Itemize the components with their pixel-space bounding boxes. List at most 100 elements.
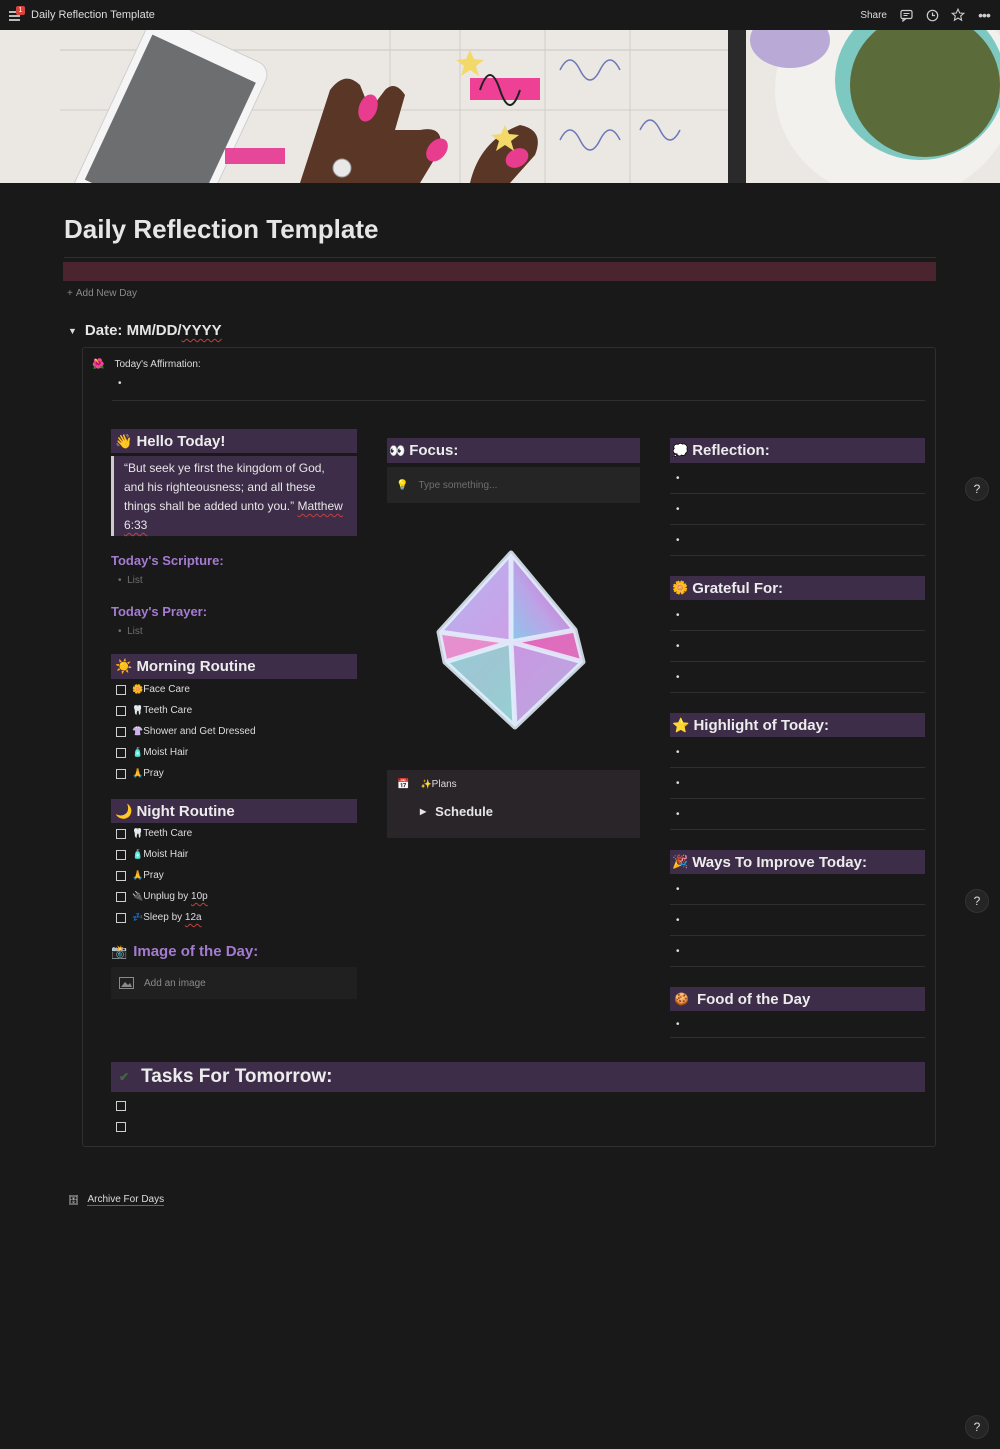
- night-item-text: Pray: [143, 870, 164, 881]
- share-button[interactable]: Share: [860, 10, 887, 21]
- task-checkbox-row[interactable]: [116, 1116, 126, 1137]
- focus-header[interactable]: 👀 Focus:: [387, 438, 640, 463]
- notification-badge: 1: [16, 6, 25, 15]
- affirmation-row: 🌺 Today's Affirmation:: [92, 359, 201, 370]
- help-button[interactable]: ?: [965, 1415, 989, 1439]
- focus-callout[interactable]: 💡 Type something...: [387, 467, 640, 503]
- checkbox[interactable]: [116, 828, 126, 839]
- morning-checkbox-row[interactable]: 🧴Moist Hair: [116, 742, 357, 763]
- highlight-bullet[interactable]: •: [670, 799, 925, 830]
- night-item-label: 🙏Pray: [132, 870, 164, 881]
- night-item-time: 10p: [191, 891, 208, 902]
- checkbox[interactable]: [116, 726, 126, 737]
- checkbox[interactable]: [116, 849, 126, 860]
- morning-checkbox-row[interactable]: 👚Shower and Get Dressed: [116, 721, 357, 742]
- breadcrumb-title[interactable]: Daily Reflection Template: [31, 9, 155, 21]
- favorite-star-icon[interactable]: [951, 8, 965, 22]
- grateful-bullet[interactable]: •: [670, 631, 925, 662]
- comments-icon[interactable]: [899, 8, 913, 22]
- checkbox[interactable]: [116, 705, 126, 716]
- prayer-heading[interactable]: Today's Prayer:: [111, 604, 357, 619]
- night-checkbox-row[interactable]: 🔌Unplug by 10p: [116, 886, 357, 907]
- flower-icon: 🌺: [92, 359, 105, 370]
- checkbox[interactable]: [116, 684, 126, 695]
- night-checkbox-row[interactable]: 🙏Pray: [116, 865, 357, 886]
- night-routine-header[interactable]: 🌙 Night Routine: [111, 799, 357, 823]
- tasks-tomorrow-header[interactable]: ✔ Tasks For Tomorrow:: [111, 1062, 925, 1092]
- improve-bullet[interactable]: •: [670, 905, 925, 936]
- night-item-text: Sleep by: [143, 912, 185, 923]
- schedule-triangle-icon[interactable]: ▶: [420, 807, 426, 816]
- checkbox[interactable]: [116, 1100, 126, 1111]
- food-header[interactable]: 🍪 Food of the Day: [670, 987, 925, 1011]
- grateful-header[interactable]: 🌼 Grateful For:: [670, 576, 925, 600]
- database-view-bar[interactable]: [63, 262, 936, 281]
- morning-item-label: 🌼Face Care: [132, 684, 190, 695]
- page-title[interactable]: Daily Reflection Template: [64, 214, 379, 245]
- morning-item-label: 👚Shower and Get Dressed: [132, 726, 256, 737]
- reflection-header[interactable]: 💭 Reflection:: [670, 438, 925, 463]
- night-checkbox-row[interactable]: 💤Sleep by 12a: [116, 907, 357, 928]
- daisy-icon: 🌼: [672, 580, 689, 595]
- night-checkbox-row[interactable]: 🧴Moist Hair: [116, 844, 357, 865]
- toggle-triangle-icon[interactable]: ▼: [68, 326, 77, 336]
- add-new-day-label: Add New Day: [75, 288, 137, 299]
- reflection-bullet[interactable]: •: [670, 463, 925, 494]
- more-options-icon[interactable]: •••: [977, 7, 991, 23]
- morning-checkbox-row[interactable]: 🌼Face Care: [116, 679, 357, 700]
- highlight-header[interactable]: ⭐ Highlight of Today:: [670, 713, 925, 737]
- morning-checkbox-row[interactable]: 🦷Teeth Care: [116, 700, 357, 721]
- reflection-bullet[interactable]: •: [670, 525, 925, 556]
- task-checkbox-row[interactable]: [116, 1095, 126, 1116]
- morning-item-label: 🙏Pray: [132, 768, 164, 779]
- affirmation-label[interactable]: Today's Affirmation:: [114, 359, 200, 370]
- food-bullet[interactable]: •: [670, 1011, 925, 1038]
- grateful-bullet[interactable]: •: [670, 600, 925, 631]
- highlight-bullet[interactable]: •: [670, 768, 925, 799]
- checkbox[interactable]: [116, 912, 126, 923]
- hello-today-header[interactable]: 👋 Hello Today!: [111, 429, 357, 453]
- reflection-bullet[interactable]: •: [670, 494, 925, 525]
- menu-icon[interactable]: 1: [9, 6, 25, 21]
- night-routine-list: 🦷Teeth Care 🧴Moist Hair 🙏Pray 🔌Unplug by 10…: [111, 823, 357, 928]
- checkbox[interactable]: [116, 891, 126, 902]
- middle-column: 👀 Focus: 💡 Type something... 📅 ✨Plans ▶ …: [387, 438, 640, 838]
- date-toggle[interactable]: ▼ Date: MM/DD/YYYY: [68, 322, 222, 339]
- morning-item-icon: 👚: [132, 726, 144, 736]
- add-image-block[interactable]: Add an image: [111, 967, 357, 999]
- highlight-bullet[interactable]: •: [670, 737, 925, 768]
- calendar-icon: 📅: [397, 779, 410, 790]
- schedule-label: Schedule: [435, 804, 493, 819]
- scripture-quote[interactable]: “But seek ye first the kingdom of God, a…: [111, 456, 357, 536]
- help-button[interactable]: ?: [965, 889, 989, 913]
- schedule-toggle[interactable]: ▶ Schedule: [420, 804, 640, 819]
- morning-routine-header[interactable]: ☀️ Morning Routine: [111, 654, 357, 679]
- waving-hand-icon: 👋: [115, 432, 133, 449]
- plans-callout[interactable]: 📅 ✨Plans ▶ Schedule: [387, 770, 640, 838]
- image-of-day-heading[interactable]: 📸 Image of the Day:: [111, 943, 357, 960]
- add-new-day-button[interactable]: + Add New Day: [67, 288, 137, 299]
- archive-link[interactable]: 🗄 Archive For Days: [68, 1194, 165, 1206]
- scripture-heading[interactable]: Today's Scripture:: [111, 553, 357, 568]
- checkbox[interactable]: [116, 768, 126, 779]
- improve-bullet[interactable]: •: [670, 874, 925, 905]
- night-checkbox-row[interactable]: 🦷Teeth Care: [116, 823, 357, 844]
- help-button[interactable]: ?: [965, 477, 989, 501]
- improve-bullet[interactable]: •: [670, 936, 925, 967]
- grateful-bullet[interactable]: •: [670, 662, 925, 693]
- morning-routine-list: 🌼Face Care 🦷Teeth Care 👚Shower and Get Dre…: [111, 679, 357, 784]
- checkbox[interactable]: [116, 870, 126, 881]
- checkbox[interactable]: [116, 747, 126, 758]
- left-column: 👋 Hello Today! “But seek ye first the ki…: [111, 429, 357, 999]
- updates-clock-icon[interactable]: [925, 8, 939, 22]
- affirmation-divider: [112, 400, 925, 401]
- improve-header[interactable]: 🎉 Ways To Improve Today:: [670, 850, 925, 874]
- star-icon: ⭐: [672, 716, 690, 733]
- checkmark-icon: ✔: [119, 1070, 130, 1084]
- affirmation-bullet[interactable]: •: [118, 378, 122, 389]
- morning-checkbox-row[interactable]: 🙏Pray: [116, 763, 357, 784]
- night-item-time: 12a: [184, 912, 202, 923]
- scripture-list-item[interactable]: • List: [111, 575, 357, 586]
- prayer-list-item[interactable]: • List: [111, 626, 357, 637]
- checkbox[interactable]: [116, 1121, 126, 1132]
